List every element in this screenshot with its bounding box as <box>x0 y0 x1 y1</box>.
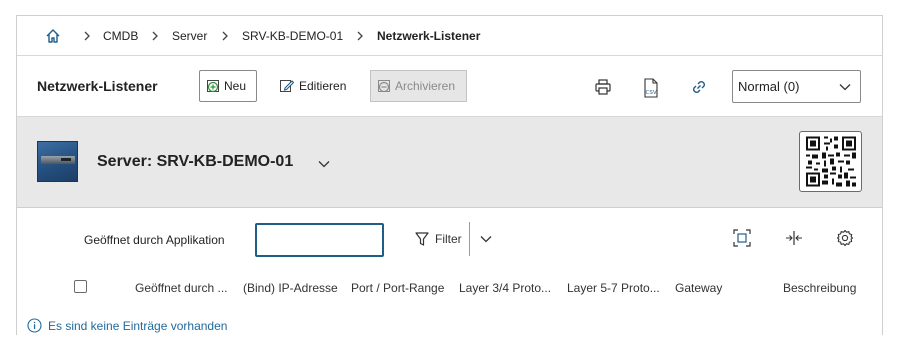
filter-button-label: Filter <box>435 232 462 246</box>
view-select[interactable]: Normal (0) <box>732 70 861 103</box>
chevron-right-icon <box>221 29 231 43</box>
chevron-down-icon[interactable] <box>318 157 330 171</box>
filter-field-label: Geöffnet durch Applikation <box>84 233 225 247</box>
chevron-right-icon <box>356 29 366 43</box>
filter-input[interactable] <box>255 223 384 257</box>
breadcrumb-cmdb[interactable]: CMDB <box>103 29 138 43</box>
breadcrumb-object[interactable]: SRV-KB-DEMO-01 <box>242 29 343 43</box>
empty-message: Es sind keine Einträge vorhanden <box>48 318 228 333</box>
column-header[interactable]: Beschreibung <box>783 281 856 295</box>
info-icon <box>27 318 42 333</box>
view-select-value: Normal (0) <box>738 79 800 94</box>
column-header[interactable]: Geöffnet durch ... <box>135 281 228 295</box>
empty-state: Es sind keine Einträge vorhanden <box>27 318 227 333</box>
link-icon[interactable] <box>690 78 708 96</box>
csv-icon[interactable]: CSV <box>642 78 660 98</box>
divider <box>469 222 470 256</box>
chevron-down-icon[interactable] <box>480 232 492 246</box>
new-button-label: Neu <box>224 79 247 93</box>
fullscreen-icon[interactable] <box>733 229 751 247</box>
column-header[interactable]: Layer 3/4 Proto... <box>459 281 551 295</box>
print-icon[interactable] <box>594 78 612 96</box>
edit-button[interactable]: Editieren <box>279 70 346 102</box>
column-header[interactable]: (Bind) IP-Adresse <box>243 281 338 295</box>
svg-text:CSV: CSV <box>646 90 657 96</box>
home-icon[interactable] <box>45 28 61 44</box>
object-title: Server: SRV-KB-DEMO-01 <box>97 153 294 170</box>
chevron-right-icon <box>83 29 93 43</box>
settings-icon[interactable] <box>836 229 854 247</box>
archive-button-label: Archivieren <box>395 79 456 93</box>
chevron-down-icon <box>839 84 851 91</box>
column-header[interactable]: Port / Port-Range <box>351 281 444 295</box>
breadcrumb-server[interactable]: Server <box>172 29 207 43</box>
archive-button[interactable]: Archivieren <box>370 70 467 102</box>
main-frame: CMDB Server SRV-KB-DEMO-01 Netzwerk-List… <box>16 15 883 335</box>
chevron-right-icon <box>151 29 161 43</box>
page-title: Netzwerk-Listener <box>37 78 158 94</box>
edit-icon <box>279 77 295 96</box>
server-image <box>37 141 78 182</box>
column-header[interactable]: Layer 5-7 Proto... <box>567 281 660 295</box>
column-resize-icon[interactable] <box>785 229 803 247</box>
add-icon <box>206 77 222 96</box>
qr-code-icon[interactable] <box>799 131 862 192</box>
column-header[interactable]: Gateway <box>675 281 722 295</box>
breadcrumb-current: Netzwerk-Listener <box>377 29 481 43</box>
object-header: Server: SRV-KB-DEMO-01 <box>17 117 882 208</box>
toolbar: Netzwerk-Listener Neu Editieren Archivie… <box>17 56 882 117</box>
breadcrumb: CMDB Server SRV-KB-DEMO-01 Netzwerk-List… <box>17 16 882 56</box>
archive-icon <box>377 77 393 96</box>
edit-button-label: Editieren <box>299 79 347 93</box>
filter-icon <box>415 232 429 246</box>
select-all-checkbox[interactable] <box>74 280 87 293</box>
new-button[interactable]: Neu <box>199 70 257 102</box>
filter-button[interactable]: Filter <box>415 229 462 249</box>
